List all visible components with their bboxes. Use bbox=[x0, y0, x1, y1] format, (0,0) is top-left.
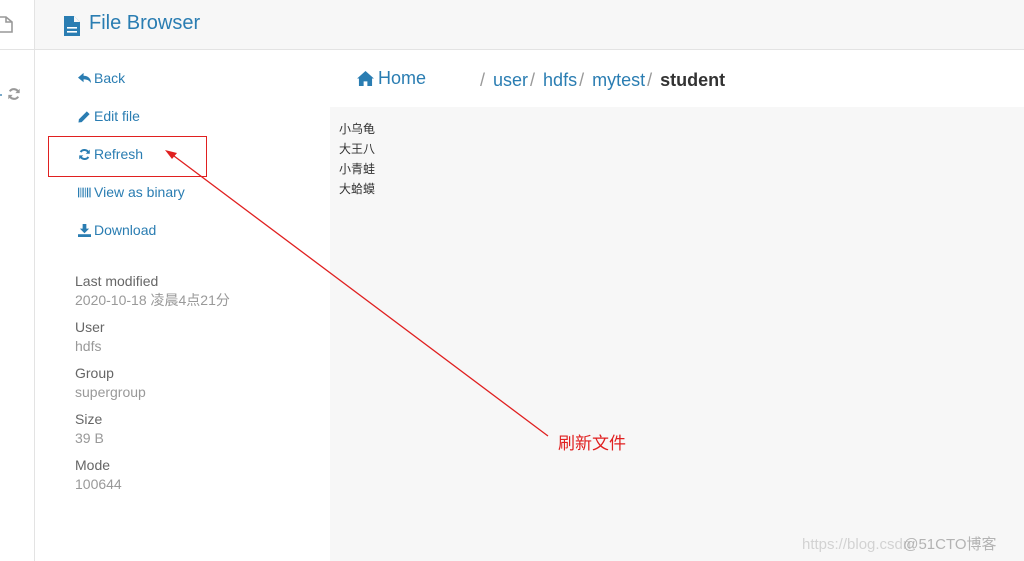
page-title: File Browser bbox=[89, 12, 201, 34]
file-content: 小乌龟 大王八 小青蛙 大蛤蟆 bbox=[339, 119, 375, 199]
meta-mode: Mode 100644 bbox=[75, 456, 315, 502]
breadcrumb-separator: / bbox=[579, 70, 585, 90]
watermark: https://blog.csdn@51CTO博客 bbox=[802, 533, 997, 554]
pencil-icon bbox=[78, 110, 90, 123]
reply-icon bbox=[78, 72, 91, 83]
meta-value: supergroup bbox=[75, 384, 146, 400]
meta-label: User bbox=[75, 319, 105, 335]
breadcrumb-user[interactable]: user bbox=[493, 70, 528, 91]
meta-size: Size 39 B bbox=[75, 410, 315, 456]
meta-user: User hdfs bbox=[75, 318, 315, 364]
breadcrumb-separator: / bbox=[647, 70, 653, 90]
meta-last-modified: Last modified 2020-10-18 凌晨4点21分 bbox=[75, 272, 315, 318]
breadcrumb-hdfs[interactable]: hdfs bbox=[543, 70, 577, 91]
left-nav-strip bbox=[0, 0, 35, 561]
page-header: File Browser bbox=[35, 0, 1024, 50]
refresh-label: Refresh bbox=[94, 146, 144, 162]
document-outline-icon[interactable] bbox=[0, 14, 14, 34]
view-as-binary-button[interactable]: View as binary bbox=[78, 184, 185, 200]
meta-label: Size bbox=[75, 411, 103, 427]
refresh-button[interactable]: Refresh bbox=[78, 146, 143, 162]
meta-label: Mode bbox=[75, 457, 111, 473]
watermark-text: @51CTO博客 bbox=[903, 536, 997, 553]
breadcrumb-home[interactable]: Home bbox=[357, 68, 426, 89]
meta-value: 100644 bbox=[75, 476, 122, 492]
refresh-icon bbox=[79, 148, 90, 160]
breadcrumb-separator: / bbox=[480, 70, 486, 90]
meta-value: hdfs bbox=[75, 338, 102, 354]
meta-label: Last modified bbox=[75, 273, 159, 289]
strip-indicator bbox=[0, 94, 2, 96]
meta-label: Group bbox=[75, 365, 114, 381]
breadcrumb-current: student bbox=[660, 70, 726, 90]
view-as-binary-label: View as binary bbox=[94, 184, 185, 200]
file-line: 小青蛙 bbox=[339, 162, 376, 176]
file-icon bbox=[64, 16, 80, 36]
watermark-text: https://blog.csdn bbox=[802, 536, 912, 553]
breadcrumb-path: / user / hdfs / mytest / student bbox=[480, 70, 725, 91]
barcode-icon bbox=[78, 187, 91, 197]
breadcrumb-home-label: Home bbox=[378, 68, 427, 88]
download-button[interactable]: Download bbox=[78, 222, 156, 238]
file-browser-page: File Browser Back Edit file Refresh View… bbox=[0, 0, 1024, 561]
breadcrumb-separator: / bbox=[530, 70, 536, 90]
left-strip-header bbox=[0, 0, 34, 50]
file-content-panel: 小乌龟 大王八 小青蛙 大蛤蟆 bbox=[330, 107, 1024, 561]
breadcrumb-mytest[interactable]: mytest bbox=[592, 70, 645, 91]
annotation-label: 刷新文件 bbox=[558, 434, 626, 454]
download-icon bbox=[78, 223, 91, 237]
home-icon bbox=[357, 71, 374, 86]
download-label: Download bbox=[94, 222, 157, 238]
edit-file-label: Edit file bbox=[94, 108, 140, 124]
refresh-icon[interactable] bbox=[7, 87, 21, 101]
back-button[interactable]: Back bbox=[78, 70, 125, 86]
meta-group: Group supergroup bbox=[75, 364, 315, 410]
edit-file-button[interactable]: Edit file bbox=[78, 108, 140, 124]
file-line: 小乌龟 bbox=[339, 122, 376, 136]
file-metadata: Last modified 2020-10-18 凌晨4点21分 User hd… bbox=[75, 272, 315, 502]
file-line: 大蛤蟆 bbox=[339, 182, 376, 196]
annotation-arrow-head bbox=[165, 150, 177, 159]
meta-value: 39 B bbox=[75, 430, 104, 446]
file-line: 大王八 bbox=[339, 142, 376, 156]
meta-value: 2020-10-18 凌晨4点21分 bbox=[75, 292, 230, 308]
back-label: Back bbox=[94, 70, 126, 86]
